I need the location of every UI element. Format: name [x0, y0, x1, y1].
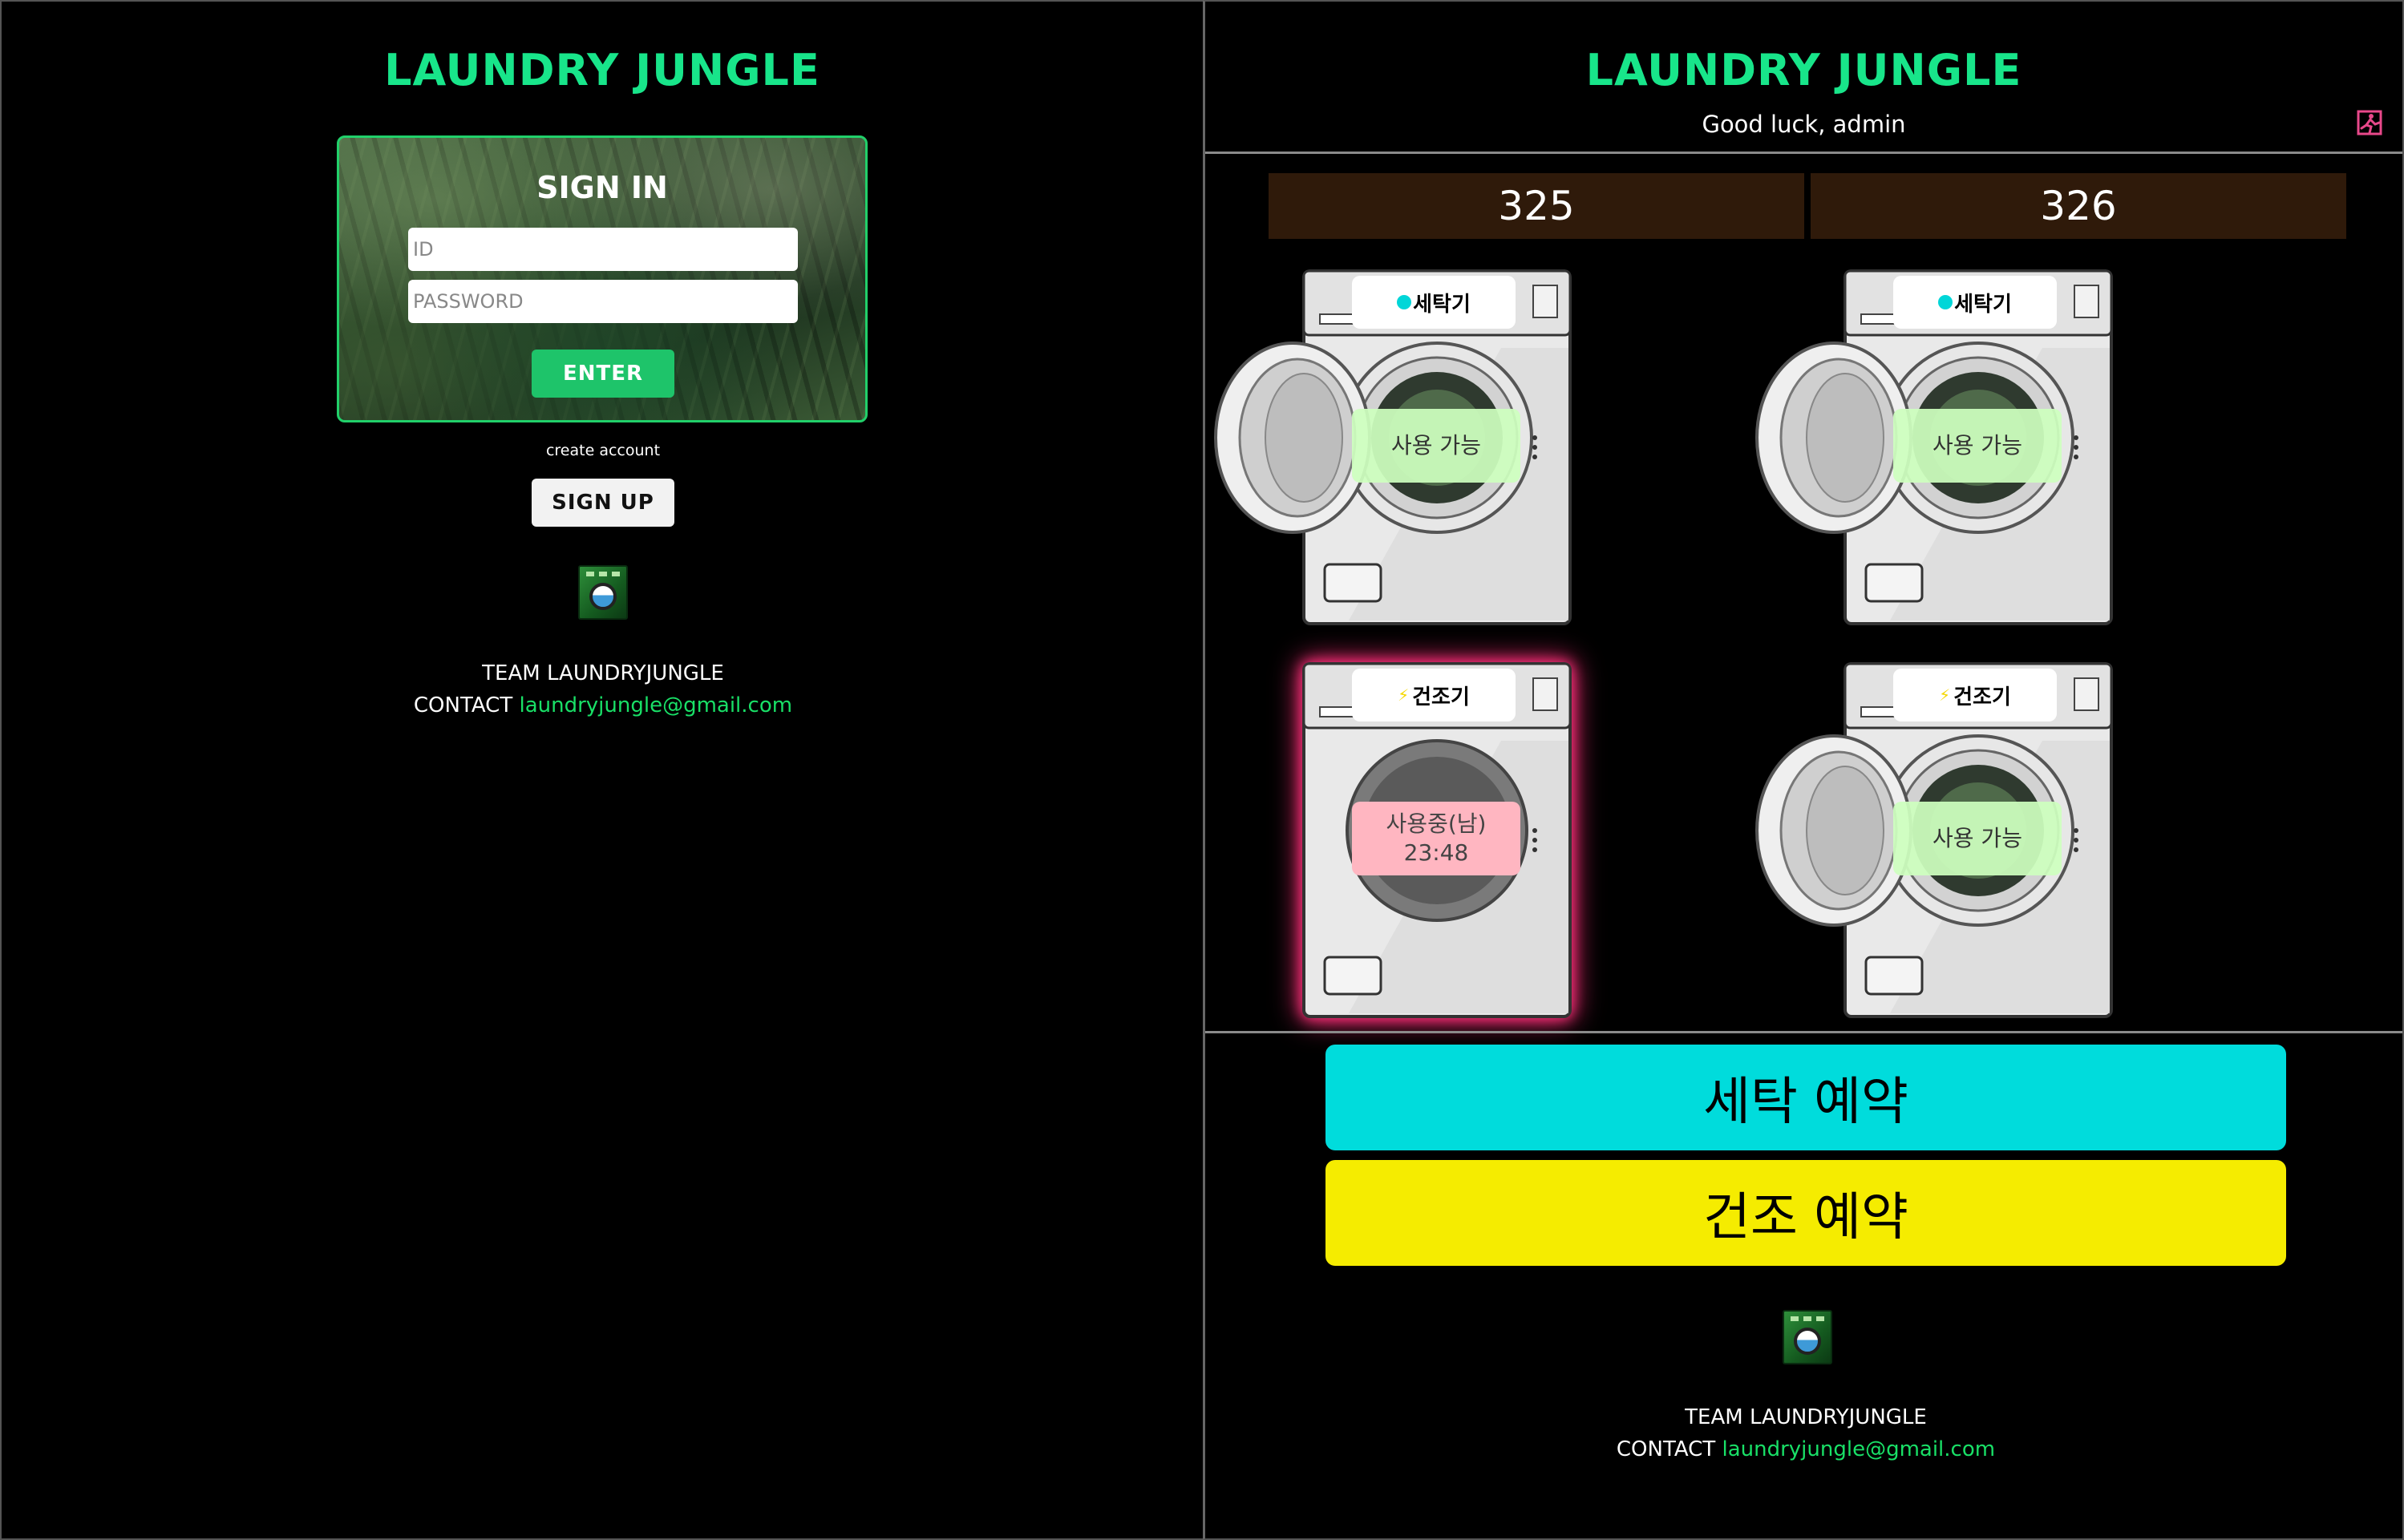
washing-machine-logo-icon [1783, 1310, 1832, 1364]
machine-type-label: 건조기 [1953, 685, 2011, 709]
machine-status-text: 사용중(남) [1386, 810, 1487, 837]
contact-label: CONTACT [413, 693, 513, 717]
id-input[interactable] [408, 228, 798, 271]
machine-type-tag: 세탁기 [1352, 276, 1516, 329]
machine-type-label: 건조기 [1412, 685, 1470, 709]
signin-title: SIGN IN [536, 170, 668, 205]
dry-reserve-button[interactable]: 건조 예약 [1325, 1160, 2286, 1266]
footer-team: TEAM LAUNDRYJUNGLE [1685, 1405, 1927, 1429]
machine-type-label: 세탁기 [1954, 292, 2012, 317]
lightning-icon: ⚡ [1939, 685, 1951, 705]
brand-title: LAUNDRY JUNGLE [1585, 45, 2022, 95]
machine-type-tag: ⚡ 건조기 [1893, 669, 2057, 721]
machine-status-badge: 사용중(남) 23:48 [1352, 802, 1520, 875]
footer: TEAM LAUNDRYJUNGLE CONTACT laundryjungle… [2, 657, 1203, 721]
exit-icon[interactable] [2356, 109, 2383, 136]
machine-card-4[interactable]: ⚡ 건조기사용 가능 [1755, 661, 2115, 1021]
create-account-label: create account [545, 442, 661, 459]
password-input[interactable] [408, 280, 798, 323]
contact-email-link[interactable]: laundryjungle@gmail.com [519, 693, 792, 717]
footer-contact: CONTACT laundryjungle@gmail.com [1205, 1433, 2402, 1465]
machine-status-text: 사용 가능 [1933, 432, 2022, 459]
lightning-icon: ⚡ [1398, 685, 1410, 705]
machine-status-text: 사용 가능 [1933, 825, 2022, 851]
machine-status-badge: 사용 가능 [1893, 802, 2062, 875]
machine-type-tag: 세탁기 [1893, 276, 2057, 329]
content-divider [1205, 1031, 2402, 1033]
brand-title: LAUNDRY JUNGLE [384, 45, 820, 95]
header-divider [1205, 152, 2402, 154]
washer-dot-icon [1938, 295, 1953, 309]
enter-button[interactable]: ENTER [532, 350, 674, 398]
machine-status-text: 사용 가능 [1391, 432, 1481, 459]
footer: TEAM LAUNDRYJUNGLE CONTACT laundryjungle… [1205, 1401, 2402, 1465]
footer-contact: CONTACT laundryjungle@gmail.com [2, 689, 1203, 721]
room-tab-326[interactable]: 326 [1811, 173, 2346, 239]
room-tab-325[interactable]: 325 [1269, 173, 1804, 239]
machine-card-1[interactable]: 세탁기사용 가능 [1214, 268, 1573, 629]
signin-card: SIGN IN ENTER [337, 135, 868, 422]
machine-status-badge: 사용 가능 [1352, 409, 1520, 483]
machine-type-tag: ⚡ 건조기 [1352, 669, 1516, 721]
washer-dot-icon [1397, 295, 1412, 309]
signup-button[interactable]: SIGN UP [532, 479, 674, 527]
login-panel: LAUNDRY JUNGLE SIGN IN ENTER create acco… [0, 0, 1203, 1540]
greeting-text: Good luck, admin [1702, 111, 1906, 138]
footer-team: TEAM LAUNDRYJUNGLE [482, 661, 724, 685]
app-panel: LAUNDRY JUNGLE Good luck, admin 325 326 … [1203, 0, 2404, 1540]
wash-reserve-button[interactable]: 세탁 예약 [1325, 1045, 2286, 1150]
machine-card-2[interactable]: 세탁기사용 가능 [1755, 268, 2115, 629]
contact-email-link[interactable]: laundryjungle@gmail.com [1722, 1437, 1995, 1461]
machine-type-label: 세탁기 [1413, 292, 1471, 317]
machine-status-badge: 사용 가능 [1893, 409, 2062, 483]
contact-label: CONTACT [1616, 1437, 1716, 1461]
washing-machine-logo-icon [578, 565, 628, 620]
machine-remaining-time: 23:48 [1403, 839, 1469, 866]
machine-card-3[interactable]: ⚡ 건조기사용중(남) 23:48 [1301, 661, 1573, 1021]
